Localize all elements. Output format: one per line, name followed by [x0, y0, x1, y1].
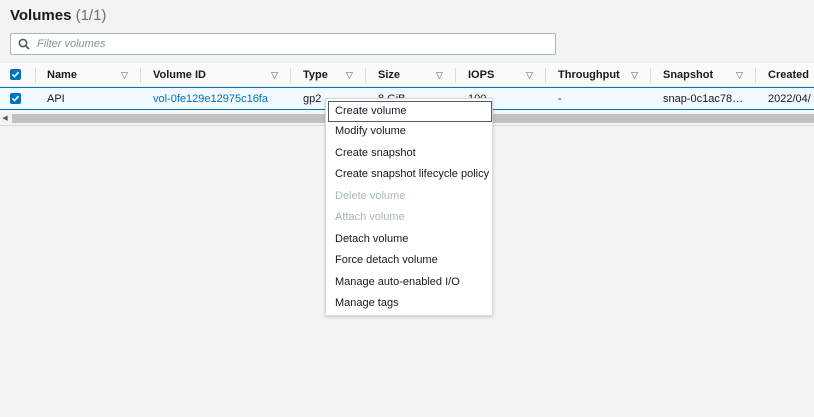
column-divider[interactable] [650, 68, 651, 83]
page-title-text: Volumes [10, 7, 72, 24]
column-divider[interactable] [455, 68, 456, 83]
sort-icon[interactable]: ▽ [346, 70, 353, 81]
select-all-checkbox[interactable] [10, 63, 21, 86]
cell-type: gp2 [303, 92, 322, 105]
sort-icon[interactable]: ▽ [436, 70, 443, 81]
menu-item-create-snapshot[interactable]: Create snapshot [335, 147, 416, 159]
selection-count: (1/1) [75, 7, 107, 24]
sort-icon[interactable]: ▽ [736, 70, 743, 81]
column-header-name[interactable]: Name [47, 63, 77, 86]
cell-created: 2022/04/ [768, 92, 811, 105]
column-header-size[interactable]: Size [378, 63, 400, 86]
checkbox-checked-icon [10, 69, 21, 80]
cell-throughput: - [558, 92, 562, 105]
column-header-throughput[interactable]: Throughput [558, 63, 620, 86]
menu-item-force-detach-volume[interactable]: Force detach volume [335, 254, 438, 266]
scroll-left-arrow-icon[interactable]: ◀ [0, 111, 10, 125]
column-header-created[interactable]: Created [768, 63, 809, 86]
menu-item-detach-volume[interactable]: Detach volume [335, 233, 408, 245]
menu-item-manage-auto-enabled-io[interactable]: Manage auto-enabled I/O [335, 276, 460, 288]
cell-name: API [47, 92, 65, 105]
cell-snapshot: snap-0c1ac78… [663, 92, 744, 105]
menu-item-attach-volume: Attach volume [335, 211, 405, 223]
filter-box[interactable] [10, 33, 556, 55]
column-divider[interactable] [140, 68, 141, 83]
sort-icon[interactable]: ▽ [631, 70, 638, 81]
menu-item-delete-volume: Delete volume [335, 190, 406, 202]
menu-item-modify-volume[interactable]: Modify volume [335, 125, 406, 137]
table-header: Name ▽ Volume ID ▽ Type ▽ Size ▽ IOPS ▽ … [0, 62, 814, 87]
filter-input[interactable] [37, 38, 537, 50]
sort-icon[interactable]: ▽ [526, 70, 533, 81]
menu-item-create-snapshot-lifecycle-policy[interactable]: Create snapshot lifecycle policy [335, 168, 489, 180]
volume-id-link[interactable]: vol-0fe129e12975c16fa [153, 88, 268, 109]
column-divider[interactable] [35, 68, 36, 83]
sort-icon[interactable]: ▽ [121, 70, 128, 81]
sort-icon[interactable]: ▽ [271, 70, 278, 81]
column-divider[interactable] [290, 68, 291, 83]
context-menu: Create volume Modify volume Create snaps… [325, 98, 493, 316]
menu-item-manage-tags[interactable]: Manage tags [335, 297, 399, 309]
page-title: Volumes (1/1) [10, 7, 106, 24]
search-icon [11, 38, 37, 50]
menu-item-create-volume[interactable]: Create volume [328, 101, 492, 122]
column-divider[interactable] [365, 68, 366, 83]
column-header-snapshot[interactable]: Snapshot [663, 63, 713, 86]
column-divider[interactable] [545, 68, 546, 83]
column-header-type[interactable]: Type [303, 63, 328, 86]
row-checkbox[interactable] [10, 88, 21, 109]
column-header-volume-id[interactable]: Volume ID [153, 63, 206, 86]
column-header-iops[interactable]: IOPS [468, 63, 494, 86]
column-divider[interactable] [755, 68, 756, 83]
checkbox-checked-icon [10, 93, 21, 104]
